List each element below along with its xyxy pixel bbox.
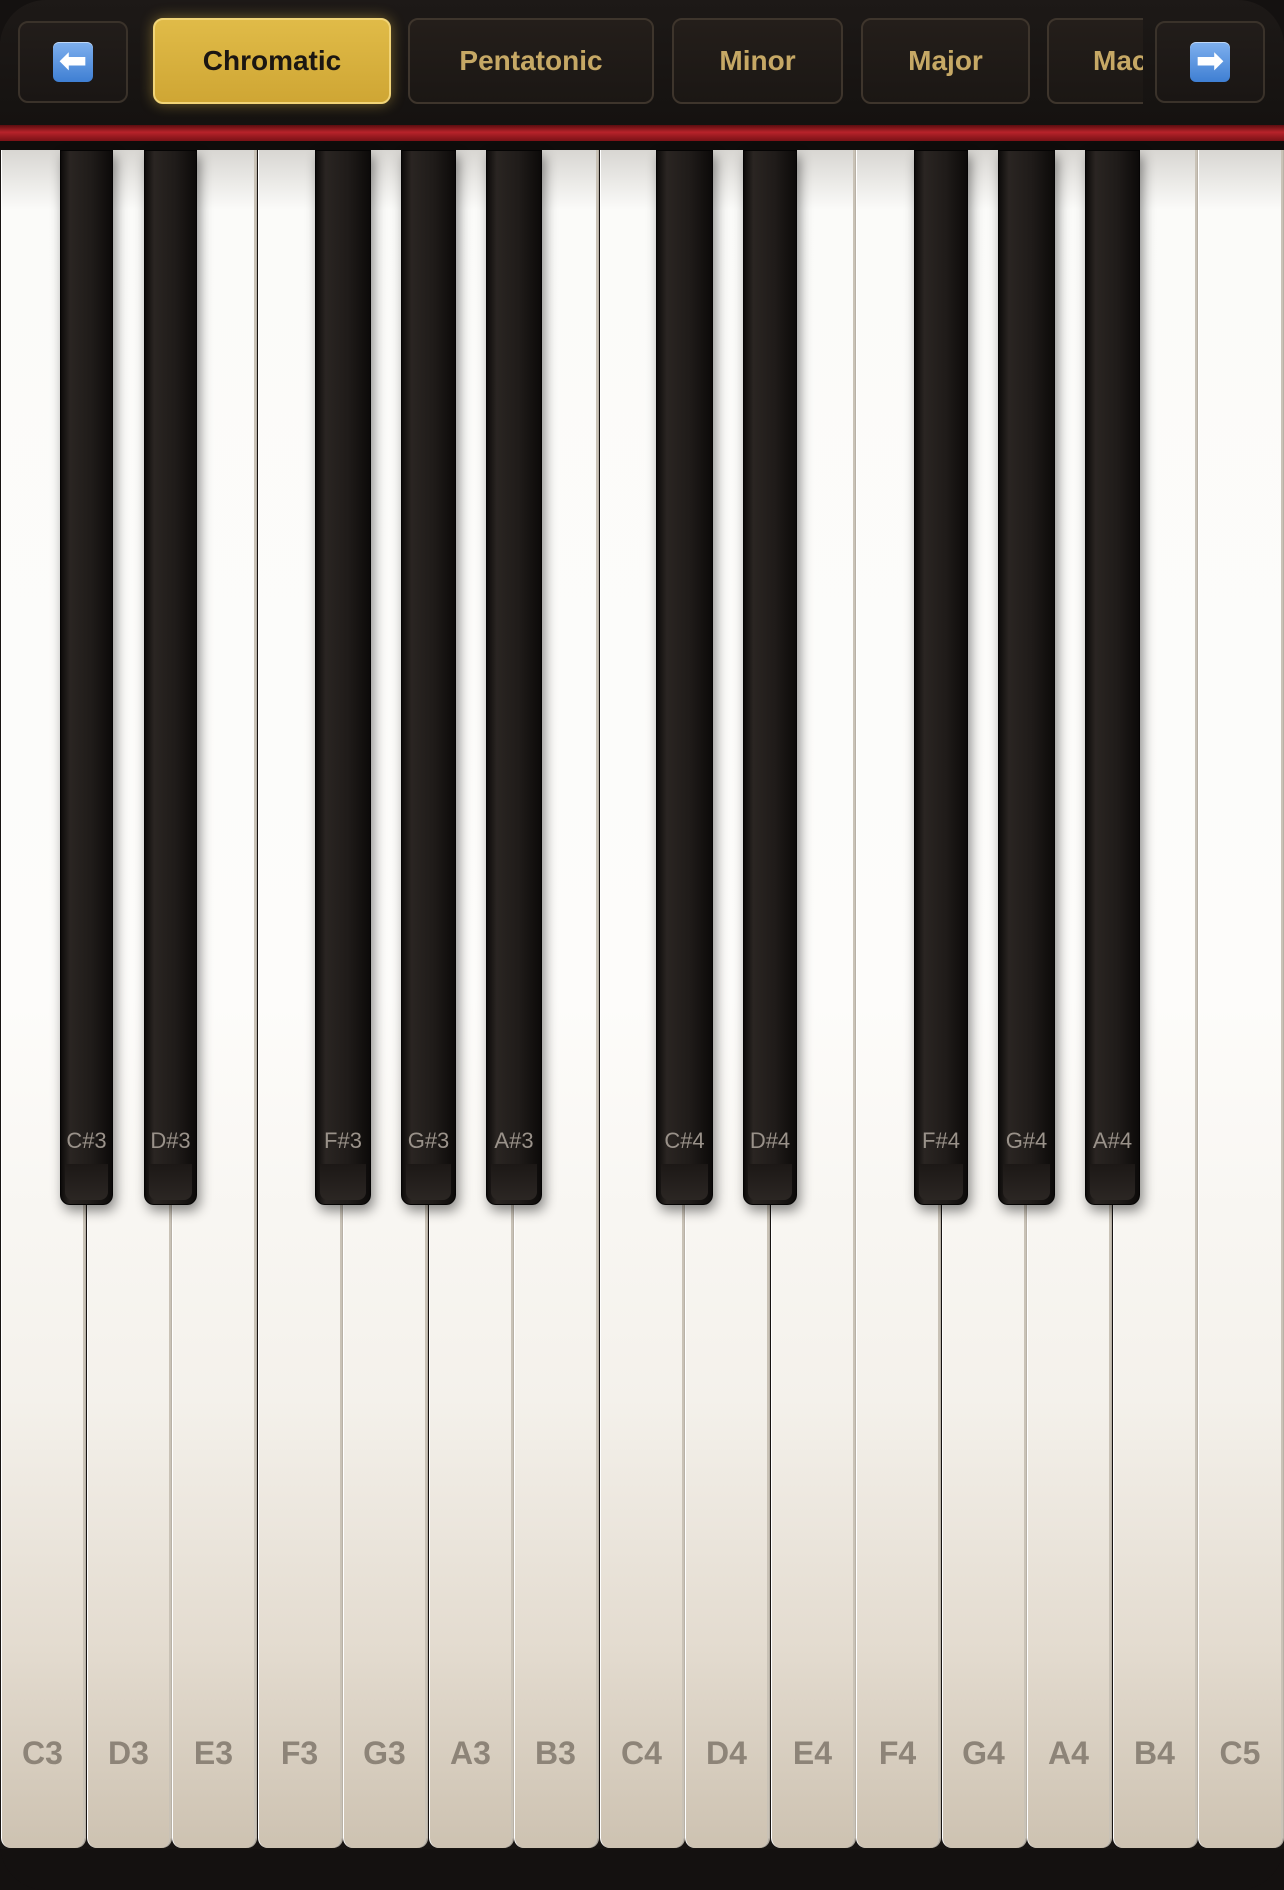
key-label: A#3 [494,1128,534,1153]
black-key-fsharp3[interactable]: F#3 [315,150,371,1205]
key-bed-shadow [0,141,1284,150]
red-felt-strip [0,125,1284,141]
piano-app: ⬅ Chromatic Pentatonic Minor Major Mac ➡… [0,0,1284,1890]
scroll-left-button[interactable]: ⬅ [18,21,128,103]
white-key-c5[interactable]: C5 [1198,150,1283,1848]
black-key-csharp4[interactable]: C#4 [656,150,713,1205]
key-label: D#3 [150,1128,191,1153]
key-label: B3 [535,1735,576,1771]
key-label: E3 [193,1735,234,1771]
scale-button-pentatonic[interactable]: Pentatonic [408,18,654,104]
key-label: F3 [280,1735,319,1771]
black-key-gsharp3[interactable]: G#3 [401,150,456,1205]
right-arrow-icon: ➡ [1190,42,1230,82]
key-label: C#4 [664,1128,705,1153]
key-label: E4 [792,1735,833,1771]
key-label: C4 [621,1735,662,1771]
key-label: G4 [962,1735,1005,1771]
key-label: C5 [1219,1735,1261,1771]
scroll-right-button[interactable]: ➡ [1155,21,1265,103]
left-arrow-icon: ⬅ [53,42,93,82]
key-label: A4 [1048,1735,1089,1771]
key-label: D3 [108,1735,149,1771]
black-key-fsharp4[interactable]: F#4 [914,150,968,1205]
piano-keyboard: C3 D3 E3 F3 G3 A3 B3 C4 D4 E4 F4 G4 A4 B… [0,150,1284,1850]
black-key-dsharp3[interactable]: D#3 [144,150,197,1205]
bottom-rail [0,1849,1284,1890]
key-label: G#3 [407,1128,450,1153]
key-label: C3 [22,1735,63,1771]
scale-button-major[interactable]: Major [861,18,1030,104]
key-label: F#3 [324,1128,362,1153]
black-key-dsharp4[interactable]: D#4 [743,150,797,1205]
key-label: C#3 [66,1128,107,1153]
key-label: A#4 [1092,1128,1133,1153]
black-key-csharp3[interactable]: C#3 [60,150,113,1205]
key-label: F4 [878,1735,917,1771]
scale-button-partial[interactable]: Mac [1047,18,1143,104]
key-label: G#4 [1005,1128,1048,1153]
scale-button-chromatic[interactable]: Chromatic [153,18,391,104]
key-label: F#4 [922,1128,960,1153]
key-label: D#4 [749,1128,791,1153]
black-key-asharp4[interactable]: A#4 [1085,150,1140,1205]
key-label: A3 [450,1735,491,1771]
scale-button-minor[interactable]: Minor [672,18,843,104]
scale-selector: Chromatic Pentatonic Minor Major Mac [140,0,1143,125]
scale-toolbar: ⬅ Chromatic Pentatonic Minor Major Mac ➡ [0,0,1284,125]
key-label: B4 [1134,1735,1175,1771]
black-key-gsharp4[interactable]: G#4 [998,150,1055,1205]
key-label: G3 [363,1735,406,1771]
key-label: D4 [706,1735,747,1771]
black-key-asharp3[interactable]: A#3 [486,150,542,1205]
